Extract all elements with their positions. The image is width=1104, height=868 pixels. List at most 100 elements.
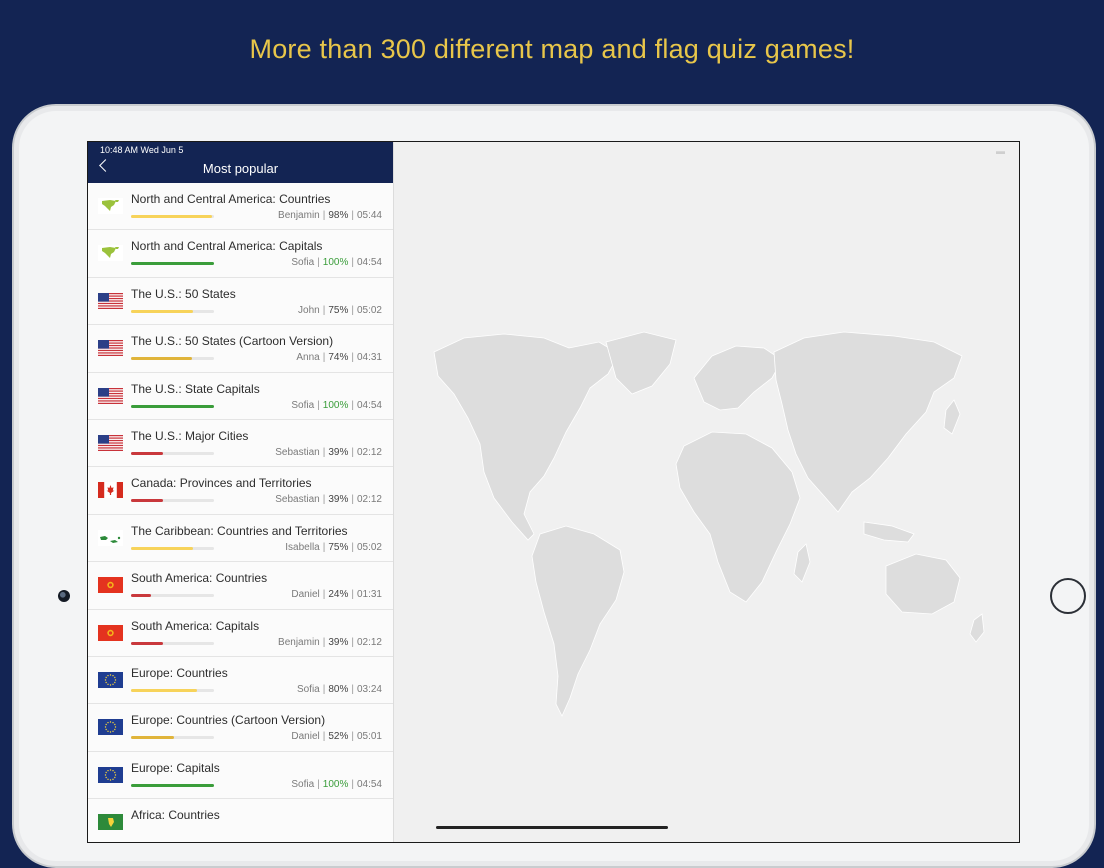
africa-shape [675, 431, 801, 603]
quiz-title: The U.S.: 50 States (Cartoon Version) [131, 334, 334, 349]
separator: | [351, 589, 354, 601]
quiz-row[interactable]: South America: Countries Daniel | 24% | 01:31 [88, 562, 393, 610]
quiz-title: The U.S.: State Capitals [131, 381, 260, 396]
progress-bar [131, 546, 214, 550]
app-screen: 10:48 AM Wed Jun 5 Most popular North an… [87, 141, 1020, 843]
us-flag-icon [98, 434, 123, 451]
us-flag-icon [98, 292, 123, 309]
best-time: 02:12 [356, 446, 382, 458]
quiz-title: The U.S.: 50 States [131, 286, 236, 301]
eu-flag-icon [98, 671, 123, 688]
quiz-title: Canada: Provinces and Territories [131, 476, 312, 491]
us-flag-icon [98, 387, 123, 404]
headline: More than 300 different map and flag qui… [249, 34, 855, 64]
score-percent: 100% [322, 399, 349, 411]
best-player: Isabella [285, 541, 320, 553]
separator: | [351, 304, 354, 316]
quiz-title: Europe: Countries (Cartoon Version) [131, 713, 326, 728]
separator: | [322, 589, 326, 601]
score-percent: 74% [328, 352, 349, 364]
quiz-row[interactable]: Canada: Provinces and Territories Sebasti… [88, 467, 393, 515]
greenland-shape [605, 331, 677, 395]
best-time: 05:02 [356, 541, 382, 553]
australia-shape [885, 553, 961, 615]
quiz-meta: Sebastian | 39% | 02:12 [275, 494, 382, 505]
quiz-row[interactable]: Africa: Countries [88, 799, 393, 842]
world-map-area[interactable]: ▬ [394, 142, 1019, 842]
quiz-row[interactable]: The U.S.: State Capitals Sofia | 100% | 04:54 [88, 372, 393, 420]
progress-bar [131, 357, 214, 361]
best-player: Sebastian [275, 446, 320, 458]
progress-bar [131, 641, 214, 645]
progress-bar [131, 309, 214, 313]
eu-flag-icon [98, 766, 123, 783]
separator: | [322, 446, 326, 458]
quiz-row[interactable]: The U.S.: 50 States John | 75% | 05:02 [88, 277, 393, 326]
quiz-row[interactable]: North and Central America: Capitals Sofia… [88, 230, 393, 278]
separator: | [351, 541, 354, 553]
quiz-row[interactable]: The U.S.: Major Cities Sebastian | 39% | 02:1… [88, 419, 393, 468]
quiz-row[interactable]: The Caribbean: Countries and Territories… [88, 514, 393, 563]
separator: | [351, 778, 354, 790]
quiz-title: The Caribbean: Countries and Territories [131, 523, 348, 538]
best-time: 03:24 [356, 683, 382, 695]
progress-bar-fill [131, 736, 175, 740]
progress-bar [131, 499, 214, 503]
world-map[interactable] [394, 142, 1019, 842]
quiz-row[interactable]: Europe: Countries (Cartoon Version) Danie… [88, 704, 393, 752]
south-america-shape [531, 525, 625, 717]
quiz-meta: John | 75% | 05:02 [298, 305, 382, 316]
progress-bar [131, 262, 214, 266]
camera-icon [58, 590, 70, 602]
quiz-meta: Daniel | 24% | 01:31 [291, 589, 382, 600]
progress-bar-fill [131, 451, 164, 455]
quiz-meta: Sofia | 80% | 03:24 [297, 684, 382, 695]
separator: | [322, 636, 326, 648]
quiz-row[interactable]: South America: Capitals Benjamin | 39% | 02:1… [88, 609, 393, 657]
quiz-title: North and Central America: Capitals [131, 239, 323, 254]
score-percent: 39% [328, 446, 349, 458]
home-button[interactable] [1050, 578, 1086, 614]
separator: | [322, 731, 326, 743]
best-time: 04:54 [356, 778, 382, 790]
best-player: John [298, 304, 320, 316]
best-player: Sofia [296, 683, 320, 695]
new-zealand-shape [969, 613, 985, 643]
japan-shape [943, 399, 961, 435]
score-percent: 100% [322, 257, 349, 269]
progress-bar [131, 736, 214, 740]
progress-bar-fill [131, 215, 213, 218]
quiz-row[interactable]: Europe: Capitals Sofia | 100% | 04:54 [88, 751, 393, 800]
score-percent: 39% [328, 636, 349, 648]
us-flag-icon [98, 340, 123, 357]
best-player: Sofia [291, 257, 315, 269]
progress-bar-fill [131, 262, 214, 266]
progress-bar-fill [131, 309, 194, 313]
quiz-title: North and Central America: Countries [131, 192, 331, 206]
quiz-meta: Sebastian | 39% | 02:12 [275, 447, 382, 458]
quiz-row[interactable]: Europe: Countries Sofia | 80% | 03:24 [88, 656, 393, 705]
progress-bar-fill [131, 688, 198, 692]
best-player: Benjamin [278, 636, 320, 648]
separator: | [322, 683, 326, 695]
progress-bar [131, 451, 214, 455]
quiz-row[interactable]: The U.S.: 50 States (Cartoon Version) Ann… [88, 325, 393, 373]
progress-bar-fill [131, 357, 193, 361]
quiz-title: South America: Capitals [131, 618, 260, 633]
na-map-icon [98, 245, 123, 262]
best-player: Daniel [291, 589, 320, 601]
progress-bar-fill [131, 546, 194, 550]
quiz-row[interactable]: North and Central America: Countries Benj… [88, 183, 393, 231]
sa-flag-icon [98, 624, 123, 641]
separator: | [322, 494, 326, 506]
quiz-meta: Isabella | 75% | 05:02 [285, 542, 382, 553]
score-percent: 24% [328, 589, 349, 601]
best-player: Sofia [291, 399, 315, 411]
quiz-list-panel: 10:48 AM Wed Jun 5 Most popular North an… [88, 142, 394, 842]
quiz-title: South America: Countries [131, 571, 268, 586]
quiz-meta: Sofia | 100% | 04:54 [291, 400, 382, 411]
progress-bar [131, 594, 214, 598]
quiz-title: The U.S.: Major Cities [131, 428, 249, 443]
sa-flag-icon [98, 577, 123, 594]
progress-bar [131, 783, 214, 787]
